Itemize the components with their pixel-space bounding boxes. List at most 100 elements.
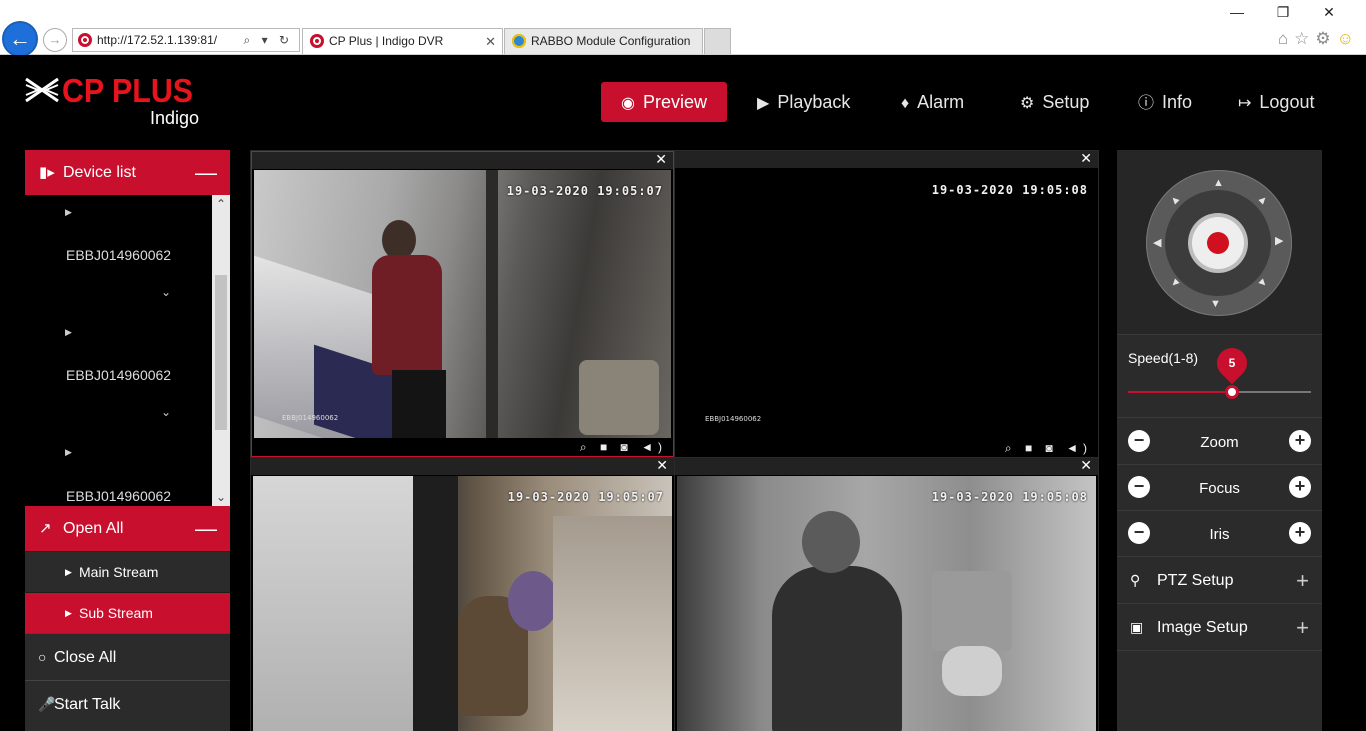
bell-icon: ♦: [901, 95, 910, 112]
close-cell-icon[interactable]: ✕: [1080, 458, 1092, 474]
device-list-scrollbar[interactable]: ⌃ ⌄: [212, 195, 230, 506]
brand-name: CP PLUS: [62, 72, 194, 109]
floor-area: [553, 516, 672, 731]
browser-chrome: ← → http://172.52.1.139:81/ ⌕ ▾ ↻ CP Plu…: [0, 0, 1366, 57]
cell-controls[interactable]: ⌕ ■ ◙ ◄): [580, 438, 667, 456]
ptz-right-icon[interactable]: ▶: [1275, 236, 1283, 247]
address-bar[interactable]: http://172.52.1.139:81/ ⌕ ▾ ↻: [72, 28, 300, 52]
video-grid: ✕ 19-03-2020 19:05:07 EBBJ014960062 ⌕ ■ …: [250, 150, 1099, 731]
stream-label: Main Stream: [79, 564, 159, 580]
camera-feed[interactable]: 19-03-2020 19:05:08: [677, 476, 1096, 731]
back-arrow-icon[interactable]: ←: [2, 21, 38, 57]
close-all-button[interactable]: ○ Close All: [25, 633, 230, 680]
nav-label: Logout: [1259, 92, 1315, 112]
minimize-icon[interactable]: —: [1214, 4, 1260, 20]
device-channels-toggle[interactable]: ⌄: [25, 395, 212, 435]
ptz-up-icon[interactable]: ▲: [1213, 178, 1224, 189]
ptz-left-icon[interactable]: ◀: [1153, 238, 1161, 249]
nav-preview[interactable]: ◉ Preview: [601, 82, 727, 122]
tab-cp-plus[interactable]: CP Plus | Indigo DVR ✕: [302, 28, 503, 54]
window-controls: — ❐ ✕: [1214, 4, 1352, 21]
ptz-center-button[interactable]: [1192, 217, 1244, 269]
boxes: [932, 571, 1012, 651]
nav-label: Alarm: [917, 92, 965, 112]
cell-title-bar: ✕: [675, 458, 1098, 475]
device-item[interactable]: EBBJ014960062: [25, 476, 212, 506]
camera-timestamp: 19-03-2020 19:05:08: [931, 183, 1088, 197]
video-cell[interactable]: ✕ 19-03-2020 19:05:07: [251, 458, 674, 731]
device-item[interactable]: EBBJ014960062: [25, 355, 212, 395]
tab-title: RABBO Module Configuration: [531, 34, 691, 48]
person-body: [372, 255, 442, 375]
ptz-joystick-area: ▲ ▼ ◀ ▶ ▲ ▲ ▲ ▲: [1117, 150, 1322, 335]
door-edge: [413, 476, 458, 731]
record-dot-icon: [1207, 232, 1229, 254]
image-file-icon: ▣: [1130, 619, 1144, 635]
device-list-title: Device list: [63, 164, 136, 181]
address-url[interactable]: http://172.52.1.139:81/: [97, 33, 217, 47]
forward-arrow-icon[interactable]: →: [43, 28, 67, 52]
play-circle-icon: ▶: [757, 95, 770, 112]
person-legs: [392, 370, 446, 438]
collapse-minus-icon[interactable]: —: [195, 506, 217, 551]
restore-icon[interactable]: ❐: [1260, 4, 1306, 21]
scroll-thumb[interactable]: [215, 275, 227, 430]
address-tools[interactable]: ⌕ ▾ ↻: [244, 29, 293, 51]
video-cell[interactable]: ✕ 19-03-2020 19:05:08: [675, 458, 1098, 731]
tree-expander[interactable]: ▶: [25, 195, 212, 235]
favorites-star-icon[interactable]: ☆: [1294, 29, 1315, 48]
stream-label: Sub Stream: [79, 605, 153, 621]
start-talk-button[interactable]: 🎤 Start Talk: [25, 680, 230, 727]
close-cell-icon[interactable]: ✕: [656, 458, 668, 474]
speed-slider-handle[interactable]: [1225, 385, 1240, 399]
device-channels-toggle[interactable]: ⌄: [25, 275, 212, 315]
close-window-icon[interactable]: ✕: [1306, 4, 1352, 21]
tab-close-icon[interactable]: ✕: [485, 29, 496, 54]
speed-slider[interactable]: 5: [1128, 341, 1311, 399]
tree-expander[interactable]: ▶: [25, 315, 212, 355]
cell-controls[interactable]: ⌕ ■ ◙ ◄): [1005, 439, 1092, 457]
video-cell[interactable]: ✕ 19-03-2020 19:05:08 EBBJ014960062 ⌕ ■ …: [675, 151, 1098, 457]
caret-right-icon: ▶: [65, 207, 72, 217]
circle-icon: ○: [38, 649, 47, 665]
nav-alarm[interactable]: ♦ Alarm: [901, 82, 964, 122]
iris-plus-button[interactable]: +: [1289, 522, 1311, 544]
feedback-smiley-icon[interactable]: ☺: [1337, 29, 1360, 48]
main-stream-option[interactable]: ▶ Main Stream: [25, 551, 230, 592]
zoom-in-button[interactable]: +: [1289, 430, 1311, 452]
expand-plus-icon[interactable]: +: [1296, 557, 1309, 604]
close-cell-icon[interactable]: ✕: [655, 152, 667, 168]
ptz-down-icon[interactable]: ▼: [1210, 299, 1221, 310]
tree-expander[interactable]: ▶: [25, 435, 212, 475]
ptz-setup-label: PTZ Setup: [1157, 572, 1234, 589]
close-cell-icon[interactable]: ✕: [1080, 151, 1092, 167]
camera-feed[interactable]: 19-03-2020 19:05:08 EBBJ014960062: [677, 169, 1096, 439]
iris-row: − Iris +: [1117, 511, 1322, 557]
nav-logout[interactable]: ↦ Logout: [1238, 82, 1314, 122]
device-name: EBBJ014960062: [66, 247, 172, 263]
focus-row: − Focus +: [1117, 465, 1322, 511]
sub-stream-option[interactable]: ▶ Sub Stream: [25, 592, 230, 633]
settings-gear-icon[interactable]: ⚙: [1315, 29, 1336, 48]
nav-playback[interactable]: ▶ Playback: [757, 82, 850, 122]
device-tree: ▶ EBBJ014960062 ⌄ ▶ EBBJ014960062 ⌄ ▶ EB…: [25, 195, 230, 506]
focus-plus-button[interactable]: +: [1289, 476, 1311, 498]
image-setup-row[interactable]: ▣ Image Setup +: [1117, 604, 1322, 651]
camera-feed[interactable]: 19-03-2020 19:05:07: [253, 476, 672, 731]
open-all-header[interactable]: ↗ Open All —: [25, 506, 230, 551]
nav-info[interactable]: ⓘ Info: [1138, 82, 1192, 122]
video-cell[interactable]: ✕ 19-03-2020 19:05:07 EBBJ014960062 ⌕ ■ …: [251, 151, 674, 457]
scroll-down-icon[interactable]: ⌄: [212, 488, 230, 506]
home-icon[interactable]: ⌂: [1278, 29, 1294, 48]
device-item[interactable]: EBBJ014960062: [25, 235, 212, 275]
camera-feed[interactable]: 19-03-2020 19:05:07 EBBJ014960062: [254, 170, 671, 438]
tab-rabbo[interactable]: RABBO Module Configuration: [504, 28, 703, 54]
ptz-setup-row[interactable]: ⚲ PTZ Setup +: [1117, 557, 1322, 604]
expand-plus-icon[interactable]: +: [1296, 604, 1309, 651]
collapse-minus-icon[interactable]: —: [195, 150, 217, 195]
wall-panel: [253, 476, 413, 731]
scroll-up-icon[interactable]: ⌃: [212, 195, 230, 213]
device-list-header[interactable]: ▮▸ Device list —: [25, 150, 230, 195]
nav-setup[interactable]: ⚙ Setup: [1020, 82, 1089, 122]
new-tab-button[interactable]: [704, 28, 731, 54]
